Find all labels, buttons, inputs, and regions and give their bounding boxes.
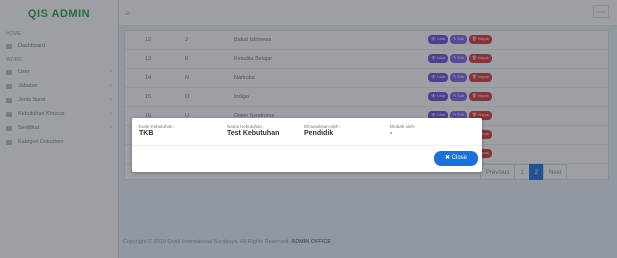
field-dimasukkan-oleh: Dimasukkan oleh : Pendidik (304, 124, 341, 137)
admin-page: QIS ADMIN HOME Dashboard WORK User › Jabatan ›… (0, 0, 617, 258)
field-label: Nama Kebutuhan : (227, 124, 265, 129)
field-value: Test Kebutuhan (227, 130, 280, 137)
field-diubah-oleh: Diubah oleh : - (390, 124, 417, 137)
field-label: Kode Kebutuhan : (139, 124, 176, 129)
field-kode-kebutuhan: Kode Kebutuhan : TKB (139, 124, 175, 137)
field-value: TKB (139, 130, 154, 137)
modal-divider (132, 145, 482, 146)
field-value: - (390, 130, 393, 137)
field-nama-kebutuhan: Nama Kebutuhan : Test Kebutuhan (227, 124, 279, 137)
detail-modal: Kode Kebutuhan : TKB Nama Kebutuhan : Te… (132, 118, 482, 172)
field-value: Pendidik (304, 130, 334, 137)
close-button[interactable]: ✖ Close (434, 151, 478, 166)
field-label: Dimasukkan oleh : (304, 124, 342, 129)
field-label: Diubah oleh : (390, 124, 417, 129)
